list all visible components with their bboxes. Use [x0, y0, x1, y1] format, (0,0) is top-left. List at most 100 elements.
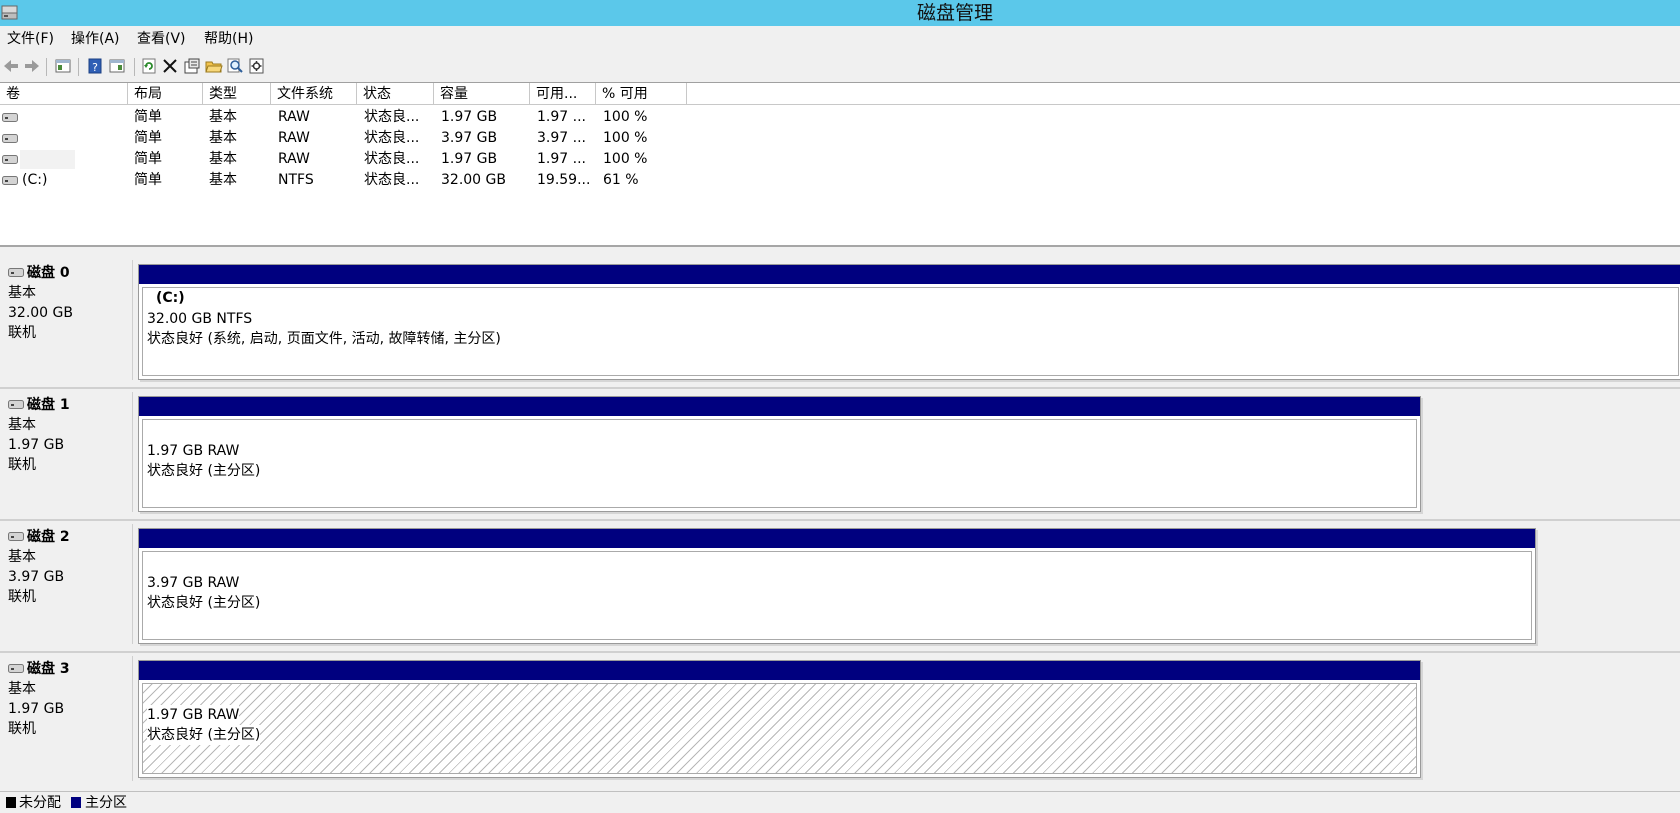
cell-free: 19.59...: [537, 172, 591, 188]
cell-status: 状态良...: [364, 151, 420, 167]
disk-row-separator: [0, 519, 1680, 521]
cell-type: 基本: [209, 172, 237, 188]
settings-icon[interactable]: [248, 57, 266, 75]
legend-swatch-primary: [71, 797, 81, 808]
properties-view-icon[interactable]: [108, 57, 126, 75]
disk-icon: [8, 532, 24, 541]
disk-size: 1.97 GB: [8, 701, 65, 717]
cell-free: 3.97 ...: [537, 130, 586, 146]
partition-status: 状态良好 (主分区): [147, 463, 261, 479]
disk-name: 磁盘 0: [27, 265, 70, 281]
refresh-icon[interactable]: [140, 57, 158, 75]
menu-file[interactable]: 文件(F): [7, 30, 54, 48]
cell-type: 基本: [209, 130, 237, 146]
disk-icon: [8, 664, 24, 673]
column-header-volume[interactable]: 卷: [0, 83, 128, 105]
cell-layout: 简单: [134, 172, 162, 188]
legend-swatch-unallocated: [6, 797, 16, 808]
cell-filesystem: NTFS: [278, 172, 314, 188]
cell-volume: (C:): [22, 172, 48, 188]
open-folder-icon[interactable]: [205, 57, 223, 75]
disk-name: 磁盘 3: [27, 661, 70, 677]
disk-icon: [8, 400, 24, 409]
cell-capacity: 1.97 GB: [441, 109, 498, 125]
volume-row[interactable]: 简单 基本 RAW 状态良... 1.97 GB 1.97 ... 100 %: [0, 107, 1680, 128]
disk-name: 磁盘 2: [27, 529, 70, 545]
window-title: 磁盘管理: [916, 2, 993, 24]
volume-list[interactable]: 卷 布局 类型 文件系统 状态 容量 可用... % 可用 简单 基本 RAW …: [0, 83, 1680, 247]
column-header-status[interactable]: 状态: [357, 83, 434, 105]
menu-bar: 文件(F) 操作(A) 查看(V) 帮助(H): [0, 26, 1680, 52]
partition-c[interactable]: (C:) 32.00 GB NTFS 状态良好 (系统, 启动, 页面文件, 活…: [138, 264, 1680, 380]
back-arrow-icon[interactable]: [2, 57, 20, 75]
properties-icon[interactable]: [183, 57, 201, 75]
toolbar-separator: [46, 58, 47, 76]
cell-percent-free: 61 %: [603, 172, 639, 188]
cell-layout: 简单: [134, 109, 162, 125]
disk-size: 3.97 GB: [8, 569, 65, 585]
menu-view[interactable]: 查看(V): [137, 30, 186, 48]
cell-status: 状态良...: [364, 109, 420, 125]
delete-icon[interactable]: [161, 57, 179, 75]
partition-body: (C:) 32.00 GB NTFS 状态良好 (系统, 启动, 页面文件, 活…: [142, 287, 1679, 376]
toolbar-separator: [78, 58, 79, 76]
disk-0-label[interactable]: 磁盘 0 基本 32.00 GB 联机: [0, 260, 133, 380]
title-bar: 磁盘管理: [0, 0, 1680, 26]
disk-name: 磁盘 1: [27, 397, 70, 413]
partition-disk-3-selected[interactable]: 1.97 GB RAW 状态良好 (主分区): [138, 660, 1421, 778]
help-icon[interactable]: ?: [86, 57, 104, 75]
primary-partition-bar: [139, 529, 1535, 548]
console-tree-icon[interactable]: [54, 57, 72, 75]
toolbar-separator: [134, 58, 135, 76]
volume-disk-icon: [2, 176, 18, 185]
disk-type: 基本: [8, 681, 36, 697]
legend-label-unallocated: 未分配: [19, 795, 61, 811]
disk-3-label[interactable]: 磁盘 3 基本 1.97 GB 联机: [0, 656, 133, 781]
cell-free: 1.97 ...: [537, 151, 586, 167]
disk-icon: [8, 268, 24, 277]
disk-graphical-view[interactable]: 磁盘 0 基本 32.00 GB 联机 (C:) 32.00 GB NTFS 状…: [0, 247, 1680, 791]
volume-row[interactable]: 简单 基本 RAW 状态良... 1.97 GB 1.97 ... 100 %: [0, 149, 1680, 170]
volume-row[interactable]: 简单 基本 RAW 状态良... 3.97 GB 3.97 ... 100 %: [0, 128, 1680, 149]
column-header-free[interactable]: 可用...: [530, 83, 596, 105]
column-header-filesystem[interactable]: 文件系统: [271, 83, 357, 105]
disk-type: 基本: [8, 417, 36, 433]
menu-help[interactable]: 帮助(H): [204, 30, 253, 48]
column-header-filler: [687, 83, 1680, 105]
search-icon[interactable]: [226, 57, 244, 75]
disk-state: 联机: [8, 721, 36, 737]
volume-name-focus: [20, 150, 75, 169]
volume-disk-icon: [2, 113, 18, 122]
volume-row[interactable]: (C:) 简单 基本 NTFS 状态良... 32.00 GB 19.59...…: [0, 170, 1680, 191]
cell-percent-free: 100 %: [603, 109, 648, 125]
column-header-layout[interactable]: 布局: [128, 83, 203, 105]
cell-capacity: 1.97 GB: [441, 151, 498, 167]
disk-1-label[interactable]: 磁盘 1 基本 1.97 GB 联机: [0, 392, 133, 512]
partition-disk-1[interactable]: 1.97 GB RAW 状态良好 (主分区): [138, 396, 1421, 512]
partition-disk-2[interactable]: 3.97 GB RAW 状态良好 (主分区): [138, 528, 1536, 644]
primary-partition-bar: [139, 661, 1420, 680]
cell-capacity: 3.97 GB: [441, 130, 498, 146]
partition-status: 状态良好 (主分区): [147, 595, 261, 611]
column-header-percent-free[interactable]: % 可用: [596, 83, 687, 105]
svg-text:?: ?: [92, 61, 98, 74]
primary-partition-bar: [139, 397, 1420, 416]
disk-state: 联机: [8, 589, 36, 605]
partition-status: 状态良好 (系统, 启动, 页面文件, 活动, 故障转储, 主分区): [147, 331, 501, 347]
disk-row-separator: [0, 651, 1680, 653]
cell-type: 基本: [209, 109, 237, 125]
column-header-capacity[interactable]: 容量: [434, 83, 530, 105]
forward-arrow-icon[interactable]: [23, 57, 41, 75]
cell-capacity: 32.00 GB: [441, 172, 506, 188]
disk-2-label[interactable]: 磁盘 2 基本 3.97 GB 联机: [0, 524, 133, 644]
column-header-type[interactable]: 类型: [203, 83, 271, 105]
cell-layout: 简单: [134, 130, 162, 146]
menu-action[interactable]: 操作(A): [71, 30, 120, 48]
primary-partition-bar: [139, 265, 1680, 284]
toolbar: ?: [0, 52, 1680, 83]
cell-status: 状态良...: [364, 130, 420, 146]
disk-state: 联机: [8, 457, 36, 473]
partition-status: 状态良好 (主分区): [147, 725, 261, 745]
partition-size-fs: 1.97 GB RAW: [147, 443, 240, 459]
cell-filesystem: RAW: [278, 130, 310, 146]
